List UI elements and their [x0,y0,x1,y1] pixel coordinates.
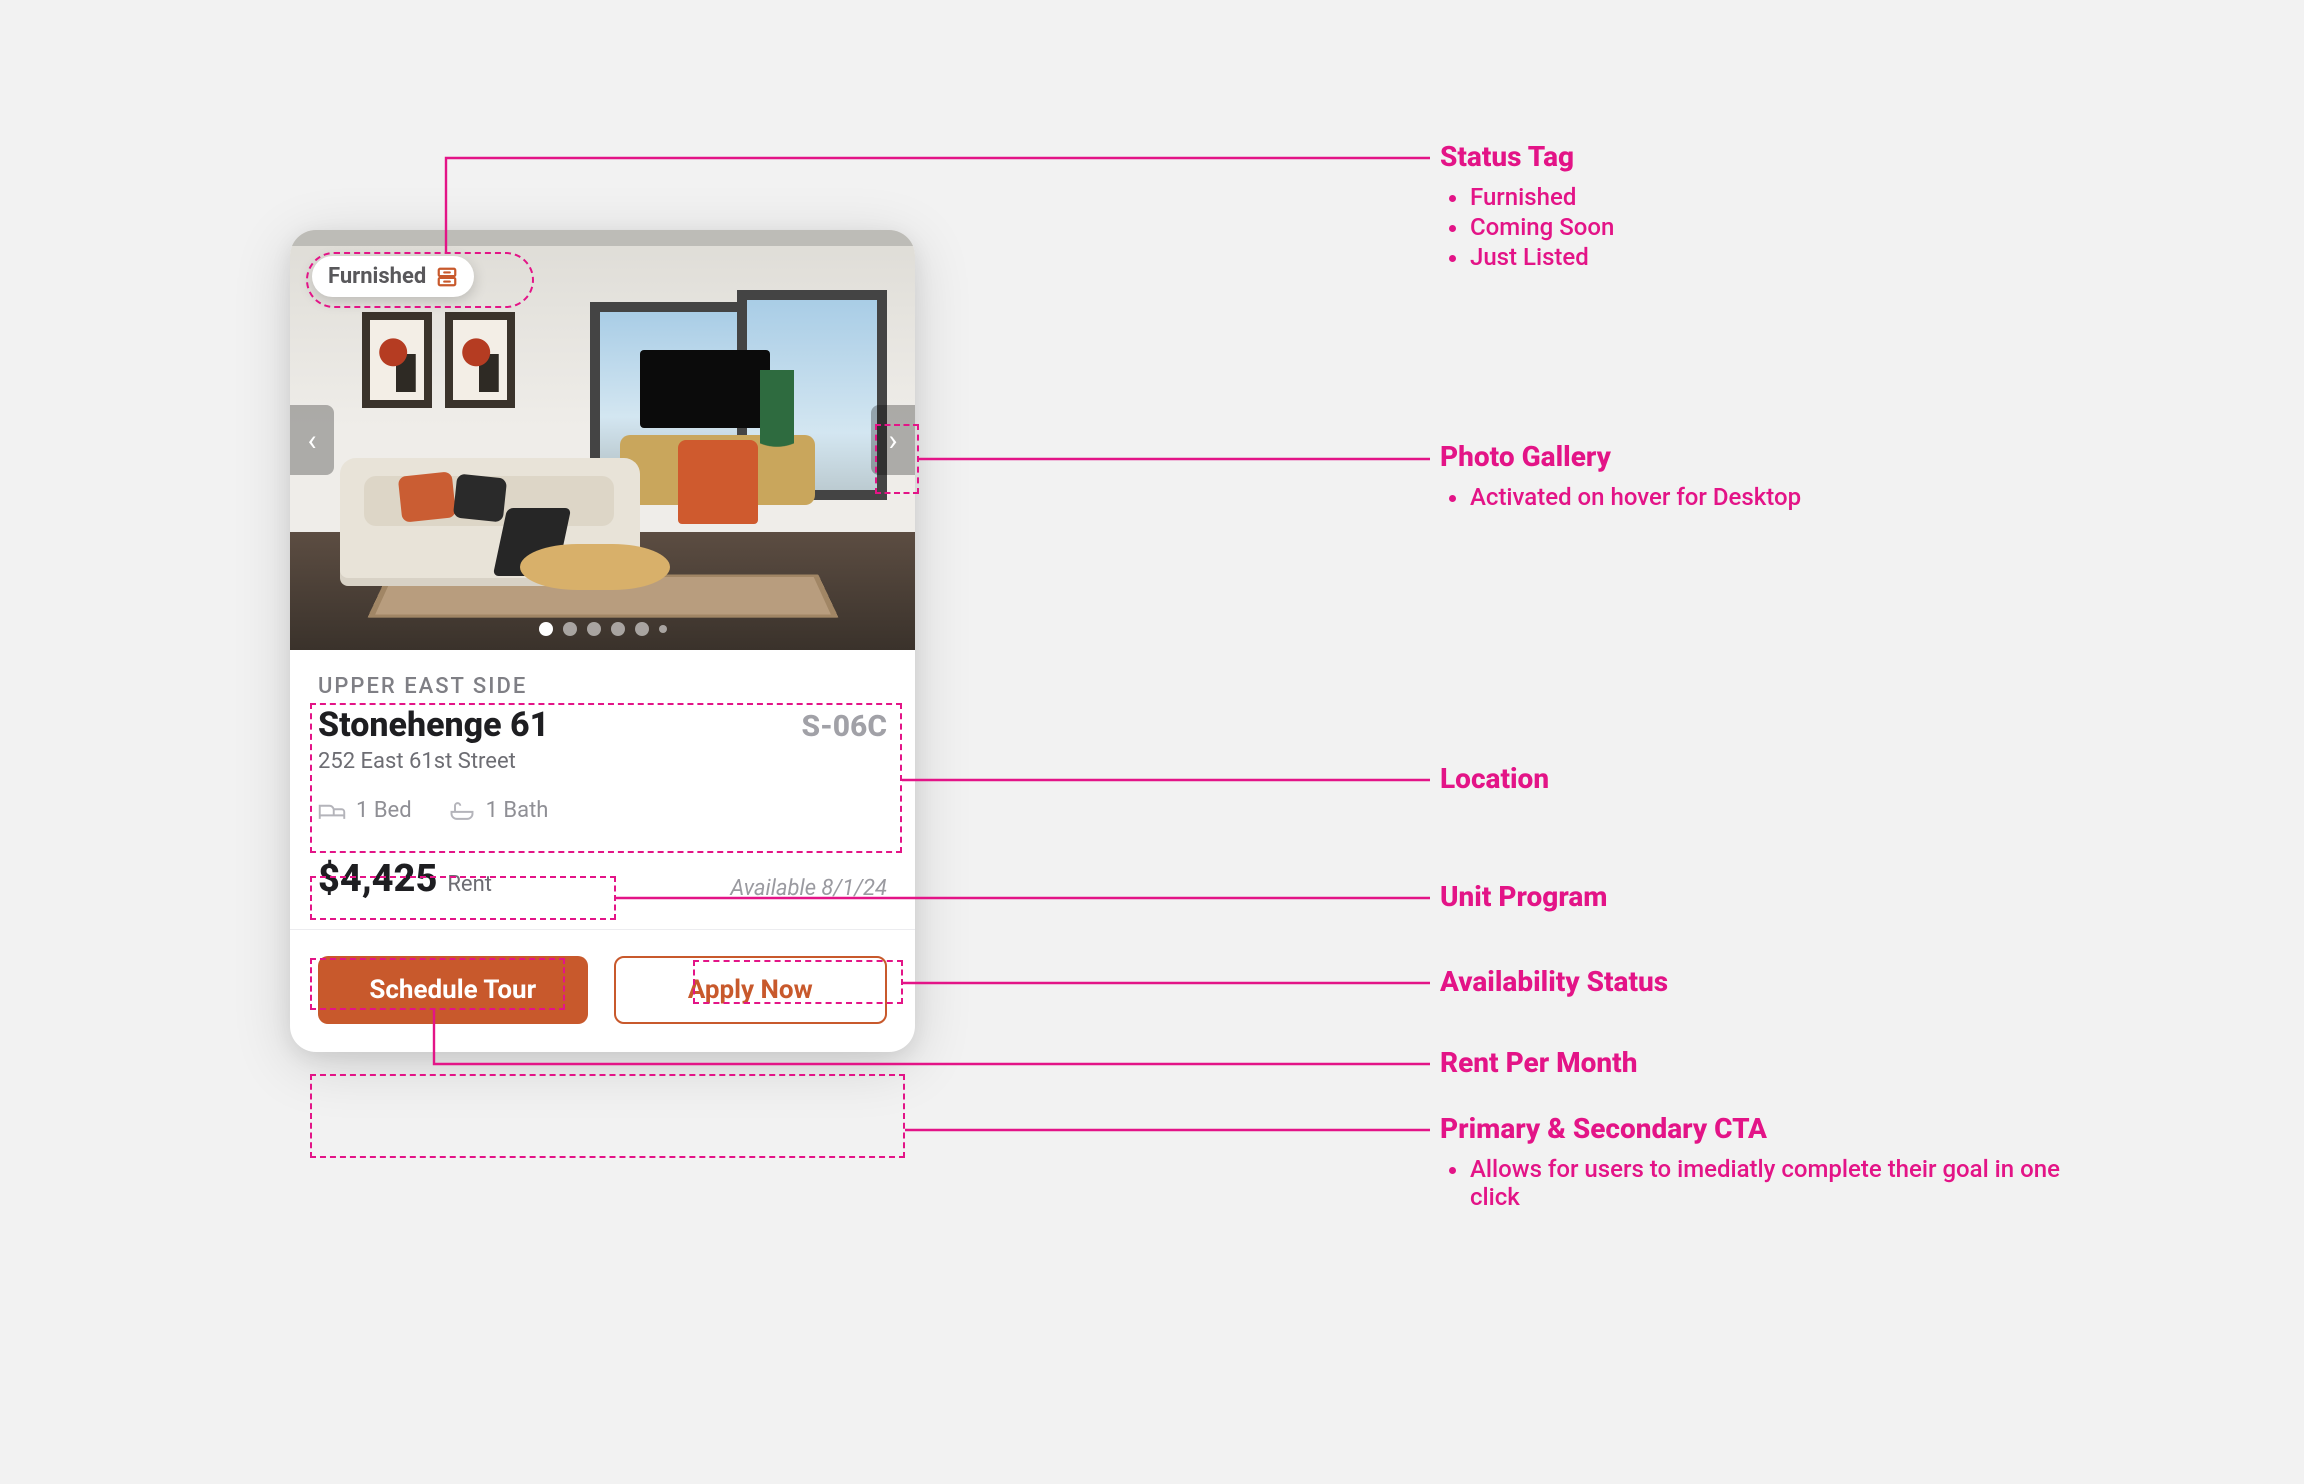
availability-status: Available 8/1/24 [730,876,887,901]
annotation-rent: Rent Per Month [1440,1046,1637,1079]
bath-icon [448,800,476,822]
status-tag: Furnished [312,256,474,297]
annotation-cta: Primary & Secondary CTA Allows for users… [1440,1112,2060,1211]
rent-price: $4,425 Rent [318,857,492,901]
unit-code: S-06C [801,709,887,744]
bed-icon [318,800,346,822]
annotation-status-tag: Status Tag Furnished Coming Soon Just Li… [1440,140,1614,271]
photo-gallery[interactable]: Furnished ‹ › [290,230,915,650]
unit-program: 1 Bed 1 Bath [318,798,887,823]
gallery-dot[interactable] [587,622,601,636]
building-name: Stonehenge 61 [318,705,549,745]
listing-info: UPPER EAST SIDE Stonehenge 61 S-06C 252 … [290,650,915,1052]
status-tag-label: Furnished [328,264,426,289]
listing-card: Furnished ‹ › UPPER EA [290,230,915,1052]
gallery-dots[interactable] [539,622,667,636]
annotation-unit-program: Unit Program [1440,880,1607,913]
gallery-dot[interactable] [563,622,577,636]
schedule-tour-button[interactable]: Schedule Tour [318,956,588,1024]
price-suffix: Rent [447,872,492,897]
annotation-photo-gallery: Photo Gallery Activated on hover for Des… [1440,440,1801,511]
gallery-dot[interactable] [659,625,667,633]
gallery-dot[interactable] [611,622,625,636]
furnished-icon [436,266,458,288]
apply-now-button[interactable]: Apply Now [614,956,888,1024]
annotation-availability: Availability Status [1440,965,1668,998]
chevron-right-icon: › [888,423,897,458]
chevron-left-icon: ‹ [307,423,316,458]
gallery-prev-button[interactable]: ‹ [290,405,334,475]
price-amount: $4,425 [318,857,437,901]
neighborhood-label: UPPER EAST SIDE [318,674,887,699]
gallery-dot[interactable] [539,622,553,636]
baths-label: 1 Bath [486,798,549,823]
gallery-dot[interactable] [635,622,649,636]
beds-label: 1 Bed [356,798,412,823]
gallery-next-button[interactable]: › [871,405,915,475]
annotation-location: Location [1440,762,1549,795]
highlight-cta [310,1074,905,1158]
address: 252 East 61st Street [318,749,887,774]
divider [290,929,915,930]
